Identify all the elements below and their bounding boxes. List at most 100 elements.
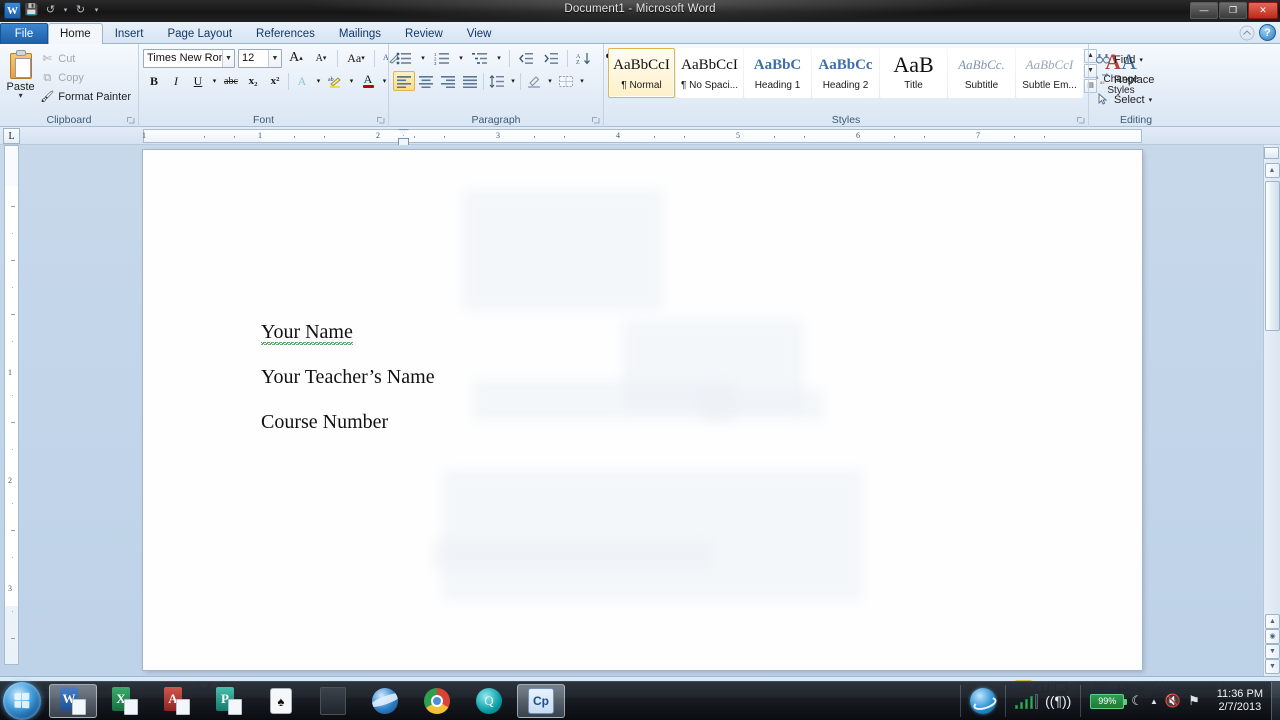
network-bars-icon[interactable]: [1014, 693, 1039, 709]
wireless-icon[interactable]: ((¶)): [1045, 693, 1071, 709]
replace-button[interactable]: a ac Replace: [1093, 71, 1157, 89]
font-size-combo[interactable]: 12 ▼: [238, 48, 282, 68]
vertical-scrollbar[interactable]: ▲ ▲ ◉ ▼ ▼: [1263, 145, 1280, 676]
font-color-button[interactable]: A: [357, 71, 379, 91]
scrollbar-thumb[interactable]: [1265, 181, 1280, 331]
help-icon[interactable]: ?: [1259, 24, 1276, 41]
style-subtle-emphasis[interactable]: AaBbCcI Subtle Em...: [1016, 48, 1083, 98]
shrink-font-button[interactable]: A ▾: [310, 48, 332, 68]
taskbar-item-captivate[interactable]: Cp: [517, 684, 565, 718]
battery-icon[interactable]: 99%: [1090, 693, 1128, 709]
text-effects-button[interactable]: A: [291, 71, 313, 91]
taskbar-item-solitaire[interactable]: ♠: [257, 684, 305, 718]
bold-button[interactable]: B: [143, 71, 165, 91]
shading-dropdown-icon[interactable]: ▾: [545, 71, 555, 91]
scroll-down-button[interactable]: ▼: [1265, 659, 1280, 674]
multilevel-list-icon[interactable]: [469, 48, 491, 68]
find-dropdown-icon[interactable]: ▾: [1139, 56, 1143, 64]
clock[interactable]: 11:36 PM 2/7/2013: [1209, 688, 1271, 714]
select-dropdown-icon[interactable]: ▾: [1149, 96, 1153, 104]
taskbar-item-chrome[interactable]: [413, 684, 461, 718]
justify-icon[interactable]: [459, 71, 481, 91]
underline-dropdown-icon[interactable]: ▾: [209, 71, 220, 91]
taskbar-item-word[interactable]: W: [49, 684, 97, 718]
align-center-icon[interactable]: [415, 71, 437, 91]
tab-home[interactable]: Home: [48, 23, 103, 44]
sync-icon[interactable]: ☾: [1131, 693, 1143, 709]
taskbar-item-access[interactable]: A: [153, 684, 201, 718]
paste-dropdown-icon[interactable]: ▾: [19, 92, 23, 100]
bullets-icon[interactable]: [393, 48, 415, 68]
document-page[interactable]: Your Name Your Teacher’s Name Course Num…: [143, 150, 1142, 670]
grow-font-button[interactable]: A ▴: [285, 48, 307, 68]
previous-page-button[interactable]: ▲: [1265, 614, 1280, 629]
taskbar-item-quicktime[interactable]: Q: [465, 684, 513, 718]
minimize-ribbon-icon[interactable]: [1239, 25, 1255, 41]
font-name-combo[interactable]: Times New Rom ▼: [143, 48, 235, 68]
clipboard-dialog-launcher[interactable]: [126, 116, 135, 125]
tab-view[interactable]: View: [455, 23, 504, 44]
tab-file[interactable]: File: [0, 23, 48, 44]
style-title[interactable]: AaB Title: [880, 48, 947, 98]
ribbon-right-controls[interactable]: ?: [1239, 24, 1276, 41]
tab-page-layout[interactable]: Page Layout: [155, 23, 244, 44]
style-subtitle[interactable]: AaBbCc. Subtitle: [948, 48, 1015, 98]
select-button[interactable]: Select ▾: [1093, 91, 1157, 109]
highlight-dropdown-icon[interactable]: ▾: [346, 71, 357, 91]
split-window-button[interactable]: [1264, 147, 1279, 159]
taskbar-item-unknown-app[interactable]: [309, 684, 357, 718]
minimize-button[interactable]: —: [1190, 2, 1218, 19]
ie-icon[interactable]: [969, 688, 996, 714]
show-hidden-icons-icon[interactable]: ▲: [1150, 697, 1158, 706]
bullets-dropdown-icon[interactable]: ▾: [418, 48, 428, 68]
restore-button[interactable]: ❐: [1219, 2, 1247, 19]
borders-icon[interactable]: [555, 71, 577, 91]
select-browse-object-button[interactable]: ◉: [1265, 629, 1280, 644]
ribbon-tabs[interactable]: File Home Insert Page Layout References …: [0, 22, 1280, 44]
align-left-icon[interactable]: [393, 71, 415, 91]
close-button[interactable]: ✕: [1248, 2, 1278, 19]
text-effects-dropdown-icon[interactable]: ▾: [313, 71, 324, 91]
borders-dropdown-icon[interactable]: ▾: [577, 71, 587, 91]
font-size-dropdown-icon[interactable]: ▼: [268, 49, 281, 67]
style-heading-2[interactable]: AaBbCc Heading 2: [812, 48, 879, 98]
decrease-indent-icon[interactable]: [515, 48, 537, 68]
shading-icon[interactable]: [523, 71, 545, 91]
styles-dialog-launcher[interactable]: [1076, 116, 1085, 125]
page-navigation-buttons[interactable]: ▲ ◉ ▼ ▼: [1265, 614, 1280, 674]
align-right-icon[interactable]: [437, 71, 459, 91]
window-controls[interactable]: — ❐ ✕: [1190, 2, 1278, 19]
taskbar-item-excel[interactable]: X: [101, 684, 149, 718]
action-center-icon[interactable]: ⚑: [1188, 693, 1200, 709]
style-heading-1[interactable]: AaBbC Heading 1: [744, 48, 811, 98]
line-spacing-icon[interactable]: [486, 71, 508, 91]
tab-insert[interactable]: Insert: [103, 23, 156, 44]
underline-button[interactable]: U: [187, 71, 209, 91]
start-orb-icon[interactable]: [3, 682, 41, 720]
styles-gallery[interactable]: AaBbCcI ¶ Normal AaBbCcI ¶ No Spaci... A…: [608, 48, 1145, 98]
paragraph-dialog-launcher[interactable]: [591, 116, 600, 125]
horizontal-ruler[interactable]: 1 1 2 3 4 5 6 7: [142, 129, 1142, 146]
font-name-dropdown-icon[interactable]: ▼: [221, 49, 234, 67]
sort-icon[interactable]: AZ: [573, 48, 595, 68]
format-painter-button[interactable]: 🖌 Format Painter: [37, 88, 134, 106]
tab-stop-selector[interactable]: L: [3, 128, 20, 144]
numbering-icon[interactable]: 123: [431, 48, 453, 68]
paste-button[interactable]: Paste ▾: [4, 48, 37, 100]
superscript-button[interactable]: x²: [264, 71, 286, 91]
italic-button[interactable]: I: [165, 71, 187, 91]
copy-button[interactable]: ⧉ Copy: [37, 69, 134, 87]
taskbar-item-powerpoint[interactable]: P: [205, 684, 253, 718]
line-spacing-dropdown-icon[interactable]: ▾: [508, 71, 518, 91]
tab-references[interactable]: References: [244, 23, 327, 44]
show-desktop-button[interactable]: [1271, 681, 1280, 720]
change-case-button[interactable]: Aa ▾: [343, 48, 369, 68]
style-no-spacing[interactable]: AaBbCcI ¶ No Spaci...: [676, 48, 743, 98]
font-dialog-launcher[interactable]: [376, 116, 385, 125]
multilevel-dropdown-icon[interactable]: ▾: [494, 48, 504, 68]
subscript-button[interactable]: x₂: [242, 71, 264, 91]
highlight-color-button[interactable]: ab: [324, 71, 346, 91]
strikethrough-button[interactable]: abc: [220, 71, 242, 91]
volume-muted-icon[interactable]: 🔇: [1165, 693, 1181, 709]
tab-mailings[interactable]: Mailings: [327, 23, 393, 44]
